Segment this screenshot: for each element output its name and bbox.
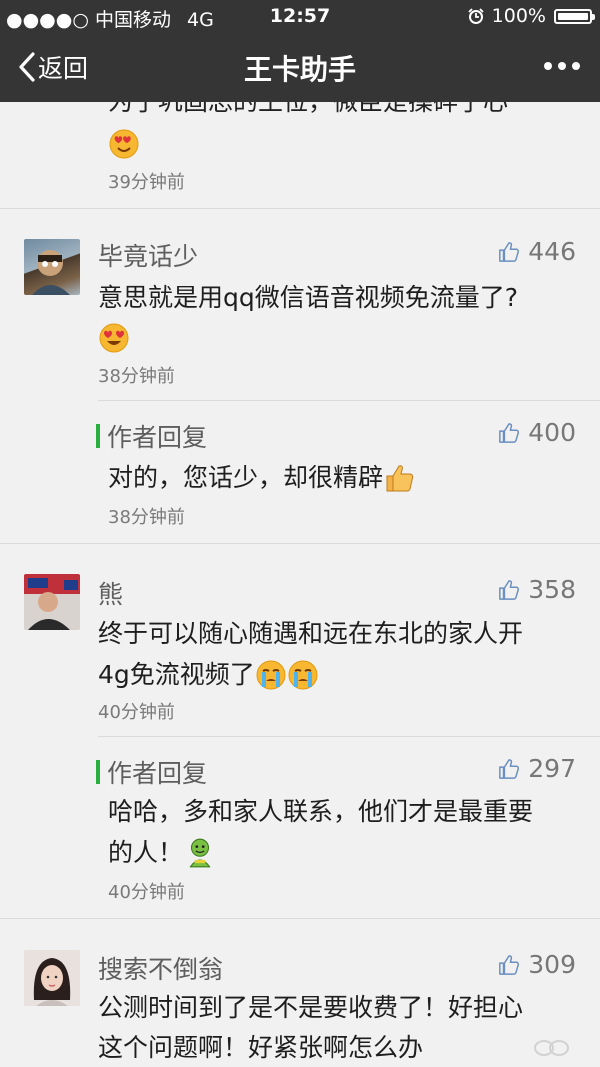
author-reply-label: 作者回复 [96, 754, 207, 790]
like-count: 446 [528, 237, 576, 266]
partial-comment-text: 为了巩固总的王位，微臣是操碎了心 [108, 102, 508, 118]
user-photo-icon [33, 958, 71, 1006]
like-button[interactable]: 400 [498, 418, 576, 447]
author-reply-text: 作者回复 [107, 759, 208, 788]
comment-text: 4g免流视频了 [98, 660, 255, 689]
reply-time: 38分钟前 [108, 507, 185, 528]
thumbs-up-icon [499, 758, 520, 779]
like-count: 309 [528, 950, 576, 979]
reply-text: 哈哈，多和家人联系，他们才是最重要 [108, 797, 534, 826]
user-photo-icon [24, 574, 80, 630]
back-button[interactable]: 返回 [18, 49, 88, 85]
reply-time: 40分钟前 [108, 882, 185, 903]
like-count: 358 [528, 575, 576, 604]
heart-eyes-emoji-icon [98, 322, 130, 354]
comment-author[interactable]: 搜索不倒翁 [98, 950, 223, 986]
more-dot-icon [544, 62, 552, 70]
status-bar: ●●●●○ 中国移动 4G 12:57 100% [0, 0, 600, 33]
back-label: 返回 [38, 54, 89, 83]
comment-text: 公测时间到了是不是要收费了！好担心 [98, 993, 524, 1022]
like-count: 400 [528, 418, 576, 447]
reply-text: 对的，您话少，却很精辟 [108, 463, 384, 492]
reply-text: 的人！ [108, 838, 184, 867]
crying-emoji-icon [256, 660, 286, 690]
thumbs-up-icon [499, 579, 520, 600]
author-reply-marker [96, 760, 100, 784]
reply-text-line: 的人！ [108, 833, 217, 873]
more-options-button[interactable] [544, 62, 580, 70]
avatar[interactable] [24, 950, 80, 1006]
like-button[interactable]: 446 [498, 237, 576, 266]
thumbs-up-icon [499, 422, 520, 443]
chevron-left-icon [19, 52, 35, 82]
author-reply-text: 作者回复 [107, 423, 208, 452]
comment-text: 这个问题啊！好紧张啊怎么办 [98, 1033, 424, 1062]
more-dot-icon [558, 62, 566, 70]
user-photo-icon [32, 250, 70, 295]
like-button[interactable]: 358 [498, 575, 576, 604]
comment-text: 终于可以随心随遇和远在东北的家人开 [98, 619, 524, 648]
status-right: 100% [468, 5, 595, 27]
author-reply-marker [96, 424, 100, 448]
like-count: 297 [528, 754, 576, 783]
comment-time: 39分钟前 [108, 172, 185, 193]
reply-text-line: 对的，您话少，却很精辟 [108, 458, 415, 498]
divider [0, 918, 600, 919]
comment-list[interactable]: 为了巩固总的王位，微臣是操碎了心 39分钟前 毕竟话少 446 意思就是用qq微… [0, 102, 600, 1067]
avatar[interactable] [24, 239, 80, 295]
battery-icon [554, 8, 595, 24]
like-button[interactable]: 297 [498, 754, 576, 783]
divider [0, 543, 600, 544]
more-dot-icon [572, 62, 580, 70]
thumbs-up-icon [499, 241, 520, 262]
heart-eyes-emoji-icon [108, 128, 140, 160]
alarm-icon [468, 8, 484, 24]
battery-percent: 100% [491, 5, 546, 27]
thumbs-up-icon [499, 954, 520, 975]
page-title: 王卡助手 [243, 53, 356, 86]
like-button[interactable]: 309 [498, 950, 576, 979]
comment-text-line: 4g免流视频了 [98, 655, 319, 695]
comment-author[interactable]: 毕竟话少 [98, 237, 198, 273]
green-figure-emoji-icon [189, 838, 211, 868]
thumbs-up-emoji-icon [386, 465, 414, 492]
navigation-bar: 返回 王卡助手 [0, 33, 600, 102]
comment-time: 40分钟前 [98, 702, 175, 723]
comment-time: 38分钟前 [98, 366, 175, 387]
divider [0, 208, 600, 209]
divider [98, 400, 600, 401]
watermark-icon [534, 1040, 569, 1056]
author-reply-label: 作者回复 [96, 418, 207, 454]
avatar[interactable] [24, 574, 80, 630]
comment-author[interactable]: 熊 [98, 575, 123, 611]
crying-emoji-icon [288, 660, 318, 690]
comment-text: 意思就是用qq微信语音视频免流量了? [98, 283, 519, 312]
divider [98, 736, 600, 737]
